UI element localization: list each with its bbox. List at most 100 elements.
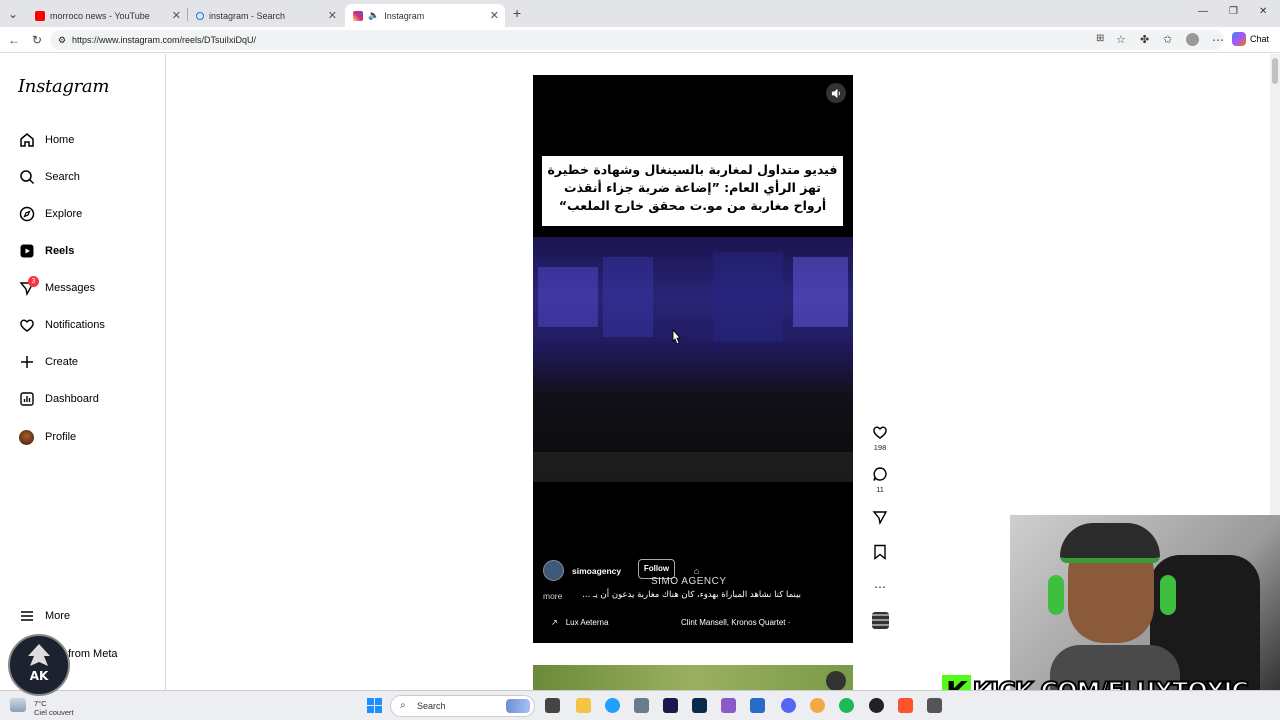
reel-author[interactable]: simoagency (543, 560, 621, 581)
mouse-cursor-icon (672, 329, 681, 345)
scrollbar-thumb[interactable] (1272, 58, 1278, 84)
volume-icon[interactable] (826, 671, 846, 691)
streamer-logo: AK (8, 634, 70, 696)
spotify-icon[interactable] (839, 698, 854, 713)
close-window-icon[interactable]: ✕ (1259, 6, 1267, 17)
taskbar-search-placeholder: Search (417, 701, 446, 711)
share-action[interactable] (868, 509, 892, 525)
save-action[interactable] (868, 544, 892, 560)
teams-icon[interactable] (750, 698, 765, 713)
messenger-icon: 3 (18, 275, 39, 297)
sidebar-item-home[interactable]: Home (18, 130, 74, 150)
sidebar-item-messages[interactable]: 3 Messages (18, 275, 96, 298)
file-explorer-icon[interactable] (576, 698, 591, 713)
task-view-icon[interactable] (545, 698, 560, 713)
weather-description: Ciel couvert (34, 708, 74, 717)
restore-icon[interactable]: ❐ (1229, 6, 1238, 17)
close-tab-icon[interactable]: ✕ (172, 9, 181, 22)
new-tab-icon[interactable]: + (513, 5, 521, 21)
search-icon (18, 169, 35, 186)
tab-title: instagram - Search (209, 10, 286, 21)
like-count: 198 (873, 443, 887, 452)
close-tab-icon[interactable]: ✕ (490, 9, 499, 22)
favorite-icon[interactable]: ☆ (1116, 33, 1126, 46)
calculator-icon[interactable] (634, 698, 649, 713)
reel-video-frame[interactable] (533, 237, 853, 482)
like-action[interactable]: 198 (868, 424, 892, 452)
back-icon[interactable]: ← (8, 33, 20, 47)
app-icon[interactable] (927, 698, 942, 713)
obs-icon[interactable] (869, 698, 884, 713)
edge-icon[interactable] (605, 698, 620, 713)
address-bar-row: ← ↻ ⚙ https://www.instagram.com/reels/DT… (0, 27, 1280, 53)
tab-instagram[interactable]: 🔈 Instagram ✕ (345, 4, 505, 27)
weather-widget[interactable]: 7°C Ciel couvert (34, 699, 74, 717)
sidebar-item-reels[interactable]: Reels (18, 241, 74, 261)
minimize-icon[interactable]: — (1198, 6, 1208, 17)
extensions-icon[interactable]: ✤ (1140, 33, 1149, 46)
favorites-list-icon[interactable]: ✩ (1163, 33, 1172, 46)
sidebar-item-also-from-meta[interactable]: from Meta (68, 644, 118, 664)
reel-music-credit[interactable]: Clint Mansell, Kronos Quartet · (681, 618, 790, 627)
search-icon: ⌕ (400, 700, 406, 711)
comment-icon[interactable] (872, 466, 888, 482)
weather-temperature: 7°C (34, 699, 47, 708)
speaker-icon[interactable]: 🔈 (368, 10, 379, 21)
reel-audio-link[interactable]: ↗ Lux Aeterna (551, 618, 608, 627)
sidebar-item-label: Dashboard (45, 393, 99, 405)
caption-line: أرواح مغاربة من مو.ت محقق خارج الملعب“ (558, 198, 827, 213)
profile-avatar-icon[interactable] (1186, 33, 1199, 46)
comment-count: 11 (876, 485, 884, 494)
reel-player[interactable]: فيديو متداول لمغاربة بالسينغال وشهادة خط… (533, 75, 853, 643)
sidebar-item-create[interactable]: Create (18, 352, 78, 372)
author-avatar-icon[interactable] (543, 560, 564, 581)
sidebar-item-label: Profile (45, 431, 77, 443)
heart-icon[interactable] (872, 424, 888, 440)
copilot-chat-button[interactable]: Chat (1232, 32, 1269, 46)
instagram-logo[interactable]: Instagram (18, 76, 109, 97)
app-icon[interactable] (721, 698, 736, 713)
volume-icon[interactable] (826, 83, 846, 103)
more-menu-icon[interactable]: ⋯ (1212, 33, 1224, 47)
more-options-icon[interactable]: ⋯ (868, 580, 892, 594)
app-icon[interactable] (810, 698, 825, 713)
sidebar-item-search[interactable]: Search (18, 167, 80, 187)
taskbar-search-input[interactable]: ⌕ Search (390, 695, 535, 717)
bookmark-icon[interactable] (873, 544, 887, 560)
audio-cover-icon[interactable] (871, 612, 889, 629)
tab-list-icon[interactable]: ⌄ (8, 7, 18, 21)
photoshop-icon[interactable] (692, 698, 707, 713)
sidebar-item-notifications[interactable]: Notifications (18, 315, 105, 335)
windows-start-icon[interactable] (367, 698, 382, 713)
tab-instagram-search[interactable]: instagram - Search ✕ (188, 4, 343, 27)
caption-line: فيديو متداول لمغاربة بالسينغال وشهادة خط… (547, 162, 838, 177)
comment-action[interactable]: 11 (868, 466, 892, 494)
weather-icon[interactable] (10, 698, 26, 712)
watermark-text: ⌂ SIMO AGENCY (651, 566, 727, 587)
svg-text:AK: AK (30, 669, 49, 683)
sidebar-item-explore[interactable]: Explore (18, 204, 82, 224)
tab-title: morroco news - YouTube (50, 10, 150, 21)
arrow-icon: ↗ (551, 618, 558, 627)
discord-icon[interactable] (781, 698, 796, 713)
avatar-icon (18, 429, 35, 446)
sidebar-item-dashboard[interactable]: Dashboard (18, 389, 99, 409)
hamburger-icon (18, 608, 35, 625)
tab-youtube[interactable]: morroco news - YouTube ✕ (27, 4, 187, 27)
reload-icon[interactable]: ↻ (32, 33, 42, 47)
audio-thumbnail[interactable] (868, 612, 892, 629)
sidebar-item-profile[interactable]: Profile (18, 427, 76, 447)
author-username[interactable]: simoagency (572, 566, 621, 576)
sidebar-item-more[interactable]: More (18, 606, 70, 626)
premiere-pro-icon[interactable] (663, 698, 678, 713)
tab-title: Instagram (384, 10, 425, 21)
reader-icon[interactable]: ⊞ (1096, 33, 1104, 44)
site-info-icon[interactable]: ⚙ (58, 30, 66, 50)
sidebar-item-label: Search (45, 171, 80, 183)
url-field[interactable]: ⚙ https://www.instagram.com/reels/DTsuiI… (50, 30, 1224, 50)
close-tab-icon[interactable]: ✕ (328, 9, 337, 22)
brave-icon[interactable] (898, 698, 913, 713)
share-icon[interactable] (872, 509, 888, 525)
sidebar-item-label: More (45, 610, 71, 622)
sidebar-item-label: Messages (45, 282, 96, 294)
